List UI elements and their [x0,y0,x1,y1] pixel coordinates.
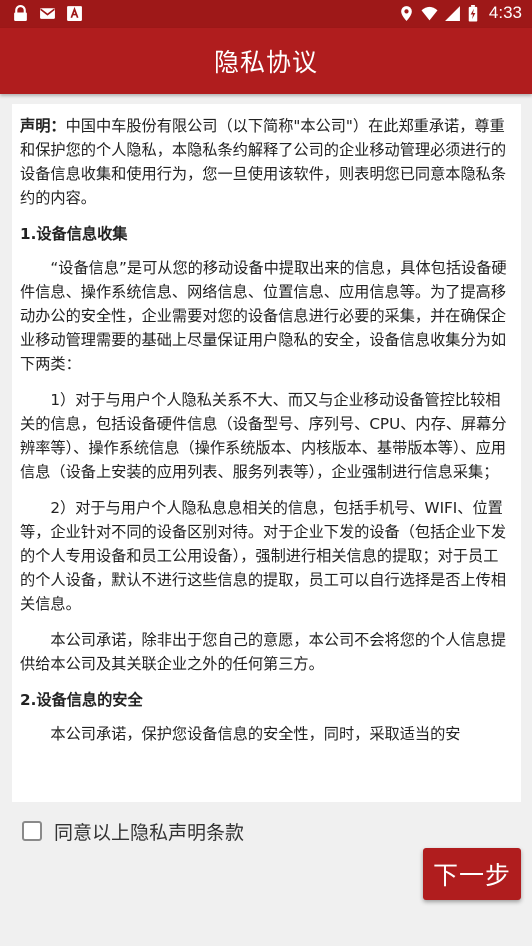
section1-paragraph-2: 1）对于与用户个人隐私关系不大、而又与企业移动设备管控比较相关的信息，包括设备硬… [20,391,507,481]
statement-label: 声明： [20,117,66,135]
status-right-icons: 4:33 [398,3,522,23]
status-left-icons [12,5,83,22]
section2-paragraph-1: 本公司承诺，保护您设备信息的安全性，同时，采取适当的安 [50,725,461,743]
privacy-document-content: 声明：中国中车股份有限公司（以下简称"本公司"）在此郑重承诺，尊重和保护您的个人… [12,104,521,746]
signal-icon [444,5,461,22]
app-bar: 隐私协议 [0,28,532,94]
font-icon [66,5,83,22]
status-bar: 4:33 [0,0,532,28]
agree-checkbox[interactable] [22,821,42,841]
statement-text: 中国中车股份有限公司（以下简称"本公司"）在此郑重承诺，尊重和保护您的个人隐私，… [20,117,506,207]
next-step-button[interactable]: 下一步 [423,848,521,900]
privacy-document-scroll[interactable]: 声明：中国中车股份有限公司（以下简称"本公司"）在此郑重承诺，尊重和保护您的个人… [12,104,521,802]
mail-icon [39,5,56,22]
section1-heading: 1.设备信息收集 [20,225,128,243]
lock-icon [12,5,29,22]
wifi-icon [421,5,438,22]
agree-label[interactable]: 同意以上隐私声明条款 [54,818,244,845]
location-icon [398,5,415,22]
page-title: 隐私协议 [213,48,318,77]
section1-paragraph-4: 本公司承诺，除非出于您自己的意愿，本公司不会将您的个人信息提供给本公司及其关联企… [20,631,507,673]
agree-privacy-row[interactable]: 同意以上隐私声明条款 [22,816,244,846]
section1-paragraph-1: “设备信息”是可从您的移动设备中提取出来的信息，具体包括设备硬件信息、操作系统信… [20,259,507,373]
section1-paragraph-3: 2）对于与用户个人隐私息息相关的信息，包括手机号、WIFI、位置等，企业针对不同… [20,499,506,613]
statement-paragraph: 声明：中国中车股份有限公司（以下简称"本公司"）在此郑重承诺，尊重和保护您的个人… [20,114,513,210]
battery-charging-icon [467,4,479,22]
status-time: 4:33 [488,3,522,22]
section2-heading: 2.设备信息的安全 [20,691,143,709]
